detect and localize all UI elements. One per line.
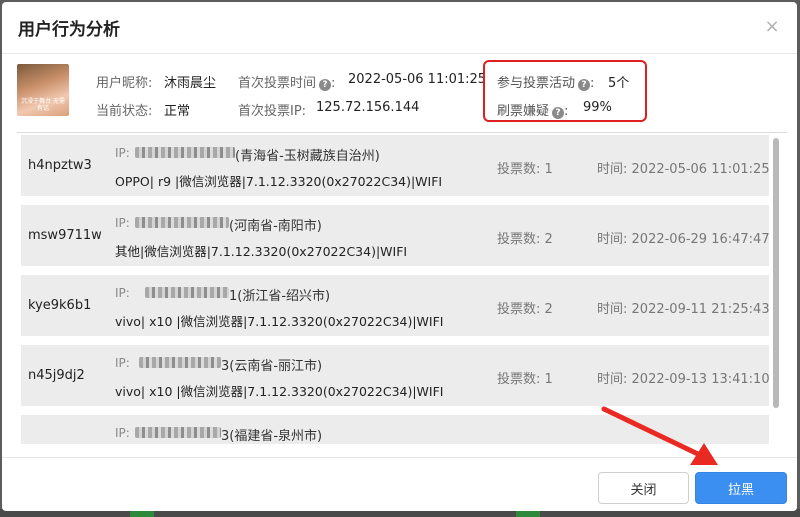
help-icon[interactable]: ? (578, 79, 591, 91)
ip-redacted (145, 287, 229, 298)
close-icon[interactable]: × (761, 16, 783, 38)
ip-label: IP: (115, 216, 130, 230)
dialog-footer: 关闭 拉黑 (2, 457, 797, 511)
help-icon[interactable]: ? (552, 107, 565, 119)
close-button[interactable]: 关闭 (598, 472, 689, 504)
vote-time: 时间: 2022-09-13 13:41:10 (597, 372, 770, 387)
vote-time: 时间: 2022-09-11 21:25:43 (597, 302, 770, 317)
ip-redacted (139, 357, 221, 368)
first-vote-ip-label: 首次投票IP: (238, 104, 307, 119)
dialog-title: 用户行为分析 (18, 20, 120, 40)
list-item: h4npztw3 IP: (青海省-玉树藏族自治州) OPPO| r9 |微信浏… (21, 135, 770, 196)
device-info: OPPO| r9 |微信浏览器|7.1.12.3320(0x27022C34)|… (115, 174, 443, 189)
user-behavior-dialog: 用户行为分析 × 沉浸于舞台 无需有话 用户昵称: 沐雨晨尘 当前状态: 正常 … (2, 2, 797, 511)
vote-time: 时间: 2022-06-29 16:47:47 (597, 232, 770, 247)
vote-count: 投票数: 2 (497, 232, 553, 247)
status-value: 正常 (164, 104, 191, 119)
ip-location: 1(浙江省-绍兴市) (229, 289, 331, 304)
first-vote-time-label: 首次投票时间?: (238, 76, 336, 91)
ip-location: (青海省-玉树藏族自治州) (235, 149, 380, 164)
block-user-button[interactable]: 拉黑 (695, 472, 787, 504)
first-vote-time-value: 2022-05-06 11:01:25 (348, 72, 487, 87)
user-profile: 沉浸于舞台 无需有话 用户昵称: 沐雨晨尘 当前状态: 正常 首次投票时间?: … (2, 54, 797, 124)
vote-time: 时间: 2022-05-06 11:01:25 (597, 162, 770, 177)
record-id: h4npztw3 (28, 158, 92, 173)
nickname-label: 用户昵称: (96, 76, 153, 91)
list-scrollbar[interactable] (773, 138, 779, 408)
ip-location: (河南省-南阳市) (229, 219, 322, 234)
ip-redacted (135, 147, 235, 158)
ip-location: 3(福建省-泉州市) (221, 429, 323, 444)
avatar: 沉浸于舞台 无需有话 (17, 64, 69, 116)
ip-label: IP: (115, 426, 130, 440)
status-label: 当前状态: (96, 104, 153, 119)
ip-redacted (135, 427, 221, 438)
first-vote-ip-value: 125.72.156.144 (316, 100, 420, 115)
vote-count: 投票数: 1 (497, 162, 553, 177)
record-id: kye9k6b1 (28, 298, 92, 313)
ip-label: IP: (115, 146, 130, 160)
list-item: kye9k6b1 IP: 1(浙江省-绍兴市) vivo| x10 |微信浏览器… (21, 275, 770, 336)
activities-label: 参与投票活动?: (497, 76, 595, 91)
ip-label: IP: (115, 286, 130, 300)
record-id: n45j9dj2 (28, 368, 85, 383)
list-item: n45j9dj2 IP: 3(云南省-丽江市) vivo| x10 |微信浏览器… (21, 345, 770, 406)
fraud-suspicion-label: 刷票嫌疑?: (497, 104, 569, 119)
ip-location: 3(云南省-丽江市) (221, 359, 323, 374)
ip-redacted (135, 217, 229, 228)
vote-record-list[interactable]: h4npztw3 IP: (青海省-玉树藏族自治州) OPPO| r9 |微信浏… (17, 132, 787, 444)
fraud-suspicion-value: 99% (583, 100, 612, 115)
vote-count: 投票数: 2 (497, 302, 553, 317)
device-info: vivo| x10 |微信浏览器|7.1.12.3320(0x27022C34)… (115, 384, 444, 399)
help-icon[interactable]: ? (319, 79, 332, 91)
vote-count: 投票数: 1 (497, 372, 553, 387)
dialog-header: 用户行为分析 × (2, 2, 797, 54)
nickname-value: 沐雨晨尘 (164, 76, 217, 91)
activities-value: 5个 (608, 76, 630, 91)
device-info: 其他|微信浏览器|7.1.12.3320(0x27022C34)|WIFI (115, 244, 408, 259)
list-item: IP: 3(福建省-泉州市) (21, 415, 769, 444)
avatar-caption: 沉浸于舞台 无需有话 (21, 98, 65, 112)
ip-label: IP: (115, 356, 130, 370)
record-id: msw9711w (28, 228, 102, 243)
list-item: msw9711w IP: (河南省-南阳市) 其他|微信浏览器|7.1.12.3… (21, 205, 770, 266)
device-info: vivo| x10 |微信浏览器|7.1.12.3320(0x27022C34)… (115, 314, 444, 329)
